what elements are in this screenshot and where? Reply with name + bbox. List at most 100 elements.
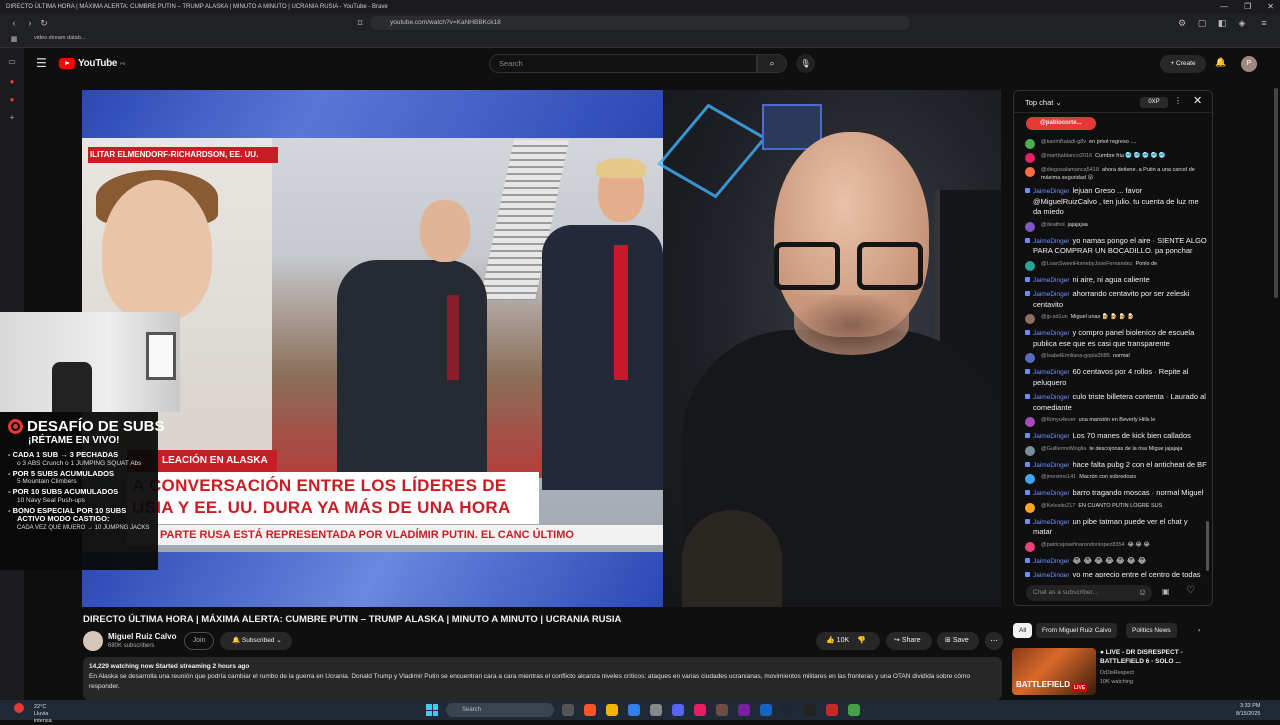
- bell-icon[interactable]: 🔔: [1215, 57, 1226, 68]
- steam-icon[interactable]: [782, 704, 794, 716]
- chat-author[interactable]: JaimeDinger: [1033, 490, 1070, 497]
- subscribed-button[interactable]: 🔔 Subscribed ⌄: [220, 632, 292, 650]
- chat-author[interactable]: @deathol: [1041, 222, 1065, 228]
- chat-input[interactable]: Chat as a subscriber...: [1026, 585, 1152, 601]
- chat-author[interactable]: @LoanSweetHomebyJoseFernandez: [1041, 261, 1133, 267]
- description-box[interactable]: 14,229 watching now Started streaming 2 …: [83, 657, 1002, 700]
- minimize-icon[interactable]: —: [1220, 0, 1228, 14]
- chat-message[interactable]: @LoanSweetHomebyJoseFernandez Ponlo de: [1014, 259, 1212, 273]
- bookmark-icon[interactable]: ⌑: [354, 16, 366, 30]
- chat-message[interactable]: @deathol jajajajaa: [1014, 220, 1212, 234]
- related-thumbnail[interactable]: BATTLEFIELD LIVE: [1012, 648, 1096, 695]
- chat-message[interactable]: JaimeDinger hace falta pubg 2 con el anti…: [1014, 458, 1212, 473]
- chat-author[interactable]: @Kimyu4ever: [1041, 417, 1076, 423]
- sidebar-panel-icon[interactable]: ▭: [6, 56, 18, 68]
- channel-avatar[interactable]: [83, 631, 103, 651]
- chevron-right-icon[interactable]: ›: [1192, 623, 1206, 638]
- video-player[interactable]: ILITAR ELMENDORF-RICHARDSON, EE. UU. LEA…: [82, 90, 1001, 607]
- chat-message[interactable]: @jp-sd1un Miguel unas 🍺 🍺 🍺 🍺: [1014, 312, 1212, 326]
- close-window-icon[interactable]: ✕: [1267, 0, 1274, 14]
- shield-icon[interactable]: ◈: [1236, 16, 1248, 30]
- youtube-app-icon[interactable]: ●: [6, 76, 18, 88]
- menu-icon[interactable]: ≡: [1258, 16, 1270, 30]
- related-channel[interactable]: DrDisRespect: [1100, 670, 1134, 676]
- app-icon-6[interactable]: [804, 704, 816, 716]
- chat-message[interactable]: @patricejosefinarondonlopez8354 😂 😂 😂: [1014, 540, 1212, 554]
- chat-message[interactable]: JaimeDinger yo me aprecio entre el centro…: [1014, 568, 1212, 577]
- chat-author[interactable]: JaimeDinger: [1033, 558, 1070, 565]
- maximize-icon[interactable]: ❐: [1244, 0, 1251, 14]
- start-icon[interactable]: [426, 704, 438, 716]
- top-chat-dropdown[interactable]: Top chat ⌄: [1025, 98, 1062, 107]
- chat-message[interactable]: @marthablanco2016 Cumbre fria 🥶 🥶 🥶 🥶 🥶: [1014, 151, 1212, 165]
- chip-politics-news[interactable]: Politics News: [1126, 623, 1177, 638]
- thumbs-down-icon[interactable]: 👎: [857, 637, 866, 644]
- clock[interactable]: 3:33 PM 8/15/2025: [1236, 702, 1260, 718]
- chat-scrollbar[interactable]: [1206, 521, 1209, 571]
- chat-message[interactable]: @diegosalamanca5418 ahora detiene. a Puti…: [1014, 165, 1212, 184]
- youtube-app-icon-2[interactable]: ●: [6, 94, 18, 106]
- app-icon-3[interactable]: [716, 704, 728, 716]
- xp-badge[interactable]: 0XP: [1140, 97, 1168, 108]
- chat-author[interactable]: JaimeDinger: [1033, 462, 1070, 469]
- hamburger-menu-icon[interactable]: ☰: [36, 56, 47, 70]
- channel-name[interactable]: Miguel Ruiz Calvo: [108, 632, 176, 641]
- heart-icon[interactable]: ♡: [1186, 585, 1195, 596]
- page-scrollbar[interactable]: [1274, 88, 1278, 298]
- youtube-logo[interactable]: YouTube PE: [59, 58, 126, 69]
- chat-message-list[interactable]: @karimBaladi-g8v en privé regreso .... @ma…: [1014, 137, 1212, 577]
- chip-all[interactable]: All: [1013, 623, 1033, 638]
- app-icon-2[interactable]: [694, 704, 706, 716]
- weather-icon[interactable]: [14, 703, 24, 713]
- chat-author[interactable]: @IsabelEmiliana-gopla3685: [1041, 353, 1110, 359]
- chat-message[interactable]: @Kimyu4ever una mansión en Beverly Hills …: [1014, 415, 1212, 429]
- chat-author[interactable]: JaimeDinger: [1033, 277, 1070, 284]
- forward-icon[interactable]: ›: [24, 16, 36, 30]
- more-icon[interactable]: ⋯: [985, 632, 1003, 650]
- chat-message[interactable]: JaimeDinger ahorrando centavito por ser z…: [1014, 287, 1212, 312]
- pinned-user-chip[interactable]: @pablocorte...: [1026, 117, 1096, 130]
- chat-author[interactable]: JaimeDinger: [1033, 519, 1070, 526]
- chat-message[interactable]: @GuillermoMoglia te descojonas de la risa…: [1014, 444, 1212, 458]
- chip-from-channel[interactable]: From Miguel Ruiz Calvo: [1036, 623, 1118, 638]
- like-button[interactable]: 👍 10K 👎: [816, 632, 880, 650]
- create-button[interactable]: + Create: [1160, 55, 1206, 73]
- brave-icon[interactable]: [584, 704, 596, 716]
- chat-author[interactable]: @jmeximo141: [1041, 474, 1076, 480]
- join-button[interactable]: Join: [184, 632, 214, 650]
- search-icon[interactable]: ⌕: [757, 54, 787, 73]
- file-explorer-icon[interactable]: [606, 704, 618, 716]
- chat-author[interactable]: JaimeDinger: [1033, 291, 1070, 298]
- chat-message[interactable]: JaimeDinger ni aire, ni agua caliente: [1014, 273, 1212, 288]
- chat-author[interactable]: JaimeDinger: [1033, 572, 1070, 577]
- task-view-icon[interactable]: [562, 704, 574, 716]
- chat-message[interactable]: @karimBaladi-g8v en privé regreso ....: [1014, 137, 1212, 151]
- chat-message[interactable]: JaimeDinger 😂 😂 😂 😂 😂 😂 😂: [1014, 554, 1212, 569]
- back-icon[interactable]: ‹: [8, 16, 20, 30]
- chat-author[interactable]: JaimeDinger: [1033, 188, 1070, 195]
- chat-author[interactable]: JaimeDinger: [1033, 330, 1070, 337]
- chat-message[interactable]: JaimeDinger Los 70 manes de kick bien cal…: [1014, 429, 1212, 444]
- chat-author[interactable]: @GuillermoMoglia: [1041, 446, 1086, 452]
- chat-message[interactable]: JaimeDinger culo triste billetera content…: [1014, 390, 1212, 415]
- search-input[interactable]: Search: [489, 54, 757, 73]
- chat-message[interactable]: JaimeDinger 60 centavos por 4 rollos · Re…: [1014, 365, 1212, 390]
- wallet-icon[interactable]: ▢: [1196, 16, 1208, 30]
- more-vert-icon[interactable]: ⋮: [1174, 96, 1182, 105]
- chat-message[interactable]: JaimeDinger un pibe tatman puede ver el c…: [1014, 515, 1212, 540]
- app-icon-5[interactable]: [760, 704, 772, 716]
- chat-author[interactable]: JaimeDinger: [1033, 238, 1070, 245]
- share-button[interactable]: ↪ Share: [886, 632, 932, 650]
- avatar[interactable]: P: [1241, 56, 1257, 72]
- chat-message[interactable]: JaimeDinger barro tragando moscas · norma…: [1014, 486, 1212, 501]
- chat-author[interactable]: JaimeDinger: [1033, 369, 1070, 376]
- add-panel-icon[interactable]: +: [6, 112, 18, 124]
- mic-icon[interactable]: 🎙: [796, 54, 815, 73]
- address-bar[interactable]: youtube.com/watch?v=KaNHBBKck18: [370, 16, 910, 30]
- chat-author[interactable]: @patricejosefinarondonlopez8354: [1041, 542, 1125, 548]
- chat-author[interactable]: @karimBaladi-g8v: [1041, 139, 1086, 145]
- app-icon[interactable]: [628, 704, 640, 716]
- chat-author[interactable]: JaimeDinger: [1033, 394, 1070, 401]
- chat-author[interactable]: JaimeDinger: [1033, 433, 1070, 440]
- chat-message[interactable]: @jmeximo141 Macrón con sobredosis: [1014, 472, 1212, 486]
